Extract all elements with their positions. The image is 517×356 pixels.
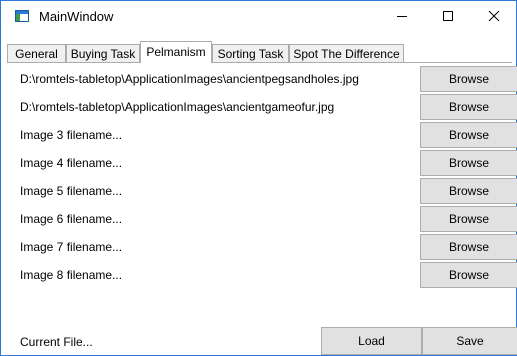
maximize-icon: [443, 11, 453, 21]
current-file-label: Current File...: [20, 335, 93, 349]
image-8-filename: Image 8 filename...: [20, 268, 123, 282]
close-button[interactable]: [471, 1, 517, 31]
image-1-filename: D:\romtels-tabletop\ApplicationImages\an…: [20, 72, 359, 86]
title-bar[interactable]: MainWindow: [1, 1, 516, 31]
tab-strip: General Buying Task Pelmanism Sorting Ta…: [7, 41, 512, 63]
main-window: MainWindow General Buying Task Pelmanism…: [0, 0, 517, 356]
tab-buying-task[interactable]: Buying Task: [66, 44, 140, 62]
save-button[interactable]: Save: [422, 327, 517, 355]
load-button[interactable]: Load: [321, 327, 422, 355]
browse-button-8[interactable]: Browse: [420, 262, 517, 288]
image-2-filename: D:\romtels-tabletop\ApplicationImages\an…: [20, 100, 335, 114]
tab-sorting-task[interactable]: Sorting Task: [212, 44, 289, 62]
browse-button-1[interactable]: Browse: [420, 66, 517, 92]
image-5-filename: Image 5 filename...: [20, 184, 123, 198]
window-title: MainWindow: [39, 9, 114, 24]
image-4-filename: Image 4 filename...: [20, 156, 123, 170]
image-7-filename: Image 7 filename...: [20, 240, 123, 254]
tab-divider: [7, 62, 512, 63]
image-6-filename: Image 6 filename...: [20, 212, 123, 226]
browse-button-6[interactable]: Browse: [420, 206, 517, 232]
browse-button-3[interactable]: Browse: [420, 122, 517, 148]
tab-spot-the-difference[interactable]: Spot The Difference: [289, 44, 404, 62]
browse-button-4[interactable]: Browse: [420, 150, 517, 176]
minimize-icon: [397, 16, 407, 17]
browse-button-5[interactable]: Browse: [420, 178, 517, 204]
browse-button-2[interactable]: Browse: [420, 94, 517, 120]
maximize-button[interactable]: [425, 1, 471, 31]
close-icon: [488, 10, 500, 22]
tab-general[interactable]: General: [7, 44, 66, 62]
tab-pelmanism[interactable]: Pelmanism: [140, 41, 212, 63]
minimize-button[interactable]: [379, 1, 425, 31]
image-3-filename: Image 3 filename...: [20, 128, 123, 142]
app-window-icon: [15, 10, 29, 22]
browse-button-7[interactable]: Browse: [420, 234, 517, 260]
